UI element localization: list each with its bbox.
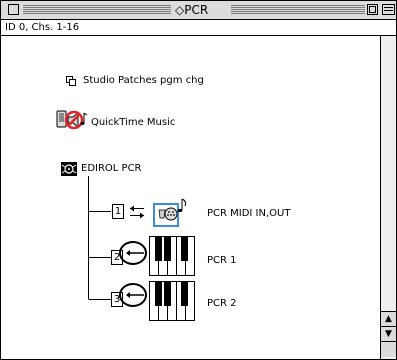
- title-stripes-left: [23, 5, 171, 15]
- keyboard-2-icon: [149, 281, 195, 321]
- window-title: ◇PCR: [171, 2, 213, 18]
- studio-patches-label[interactable]: Studio Patches pgm chg: [83, 75, 204, 86]
- port-2-input-icon[interactable]: [117, 240, 151, 270]
- patches-icon: [66, 76, 76, 86]
- quicktime-music-icon: [56, 110, 88, 130]
- title-stripes-right: [231, 5, 365, 15]
- port-1-number[interactable]: 1: [112, 204, 124, 219]
- port-3-label[interactable]: PCR 2: [207, 298, 237, 309]
- keyboard-1-icon: [149, 236, 195, 276]
- port-2-label[interactable]: PCR 1: [207, 255, 237, 266]
- scroll-up-arrow-icon[interactable]: ▲: [381, 311, 396, 326]
- collapse-box[interactable]: [382, 4, 395, 15]
- close-box[interactable]: [8, 4, 19, 15]
- port-1-label[interactable]: PCR MIDI IN,OUT: [207, 208, 290, 219]
- pcr-window: ◇PCR ID 0, Chs. 1-16 Studio Patches pgm …: [0, 0, 397, 360]
- in-out-arrows-icon: [130, 205, 144, 219]
- midi-device-icon: [61, 162, 77, 176]
- port-3-input-icon[interactable]: [117, 282, 151, 312]
- midi-interface-icon: [153, 198, 187, 227]
- zoom-box[interactable]: [367, 4, 378, 15]
- title-bar[interactable]: ◇PCR: [1, 1, 396, 20]
- device-info-bar: ID 0, Chs. 1-16: [1, 20, 396, 36]
- quicktime-music-label[interactable]: QuickTime Music: [91, 117, 175, 128]
- scroll-down-arrow-icon[interactable]: ▼: [381, 326, 396, 341]
- setup-content: Studio Patches pgm chg QuickTime Music E…: [1, 36, 380, 359]
- edirol-pcr-label[interactable]: EDIROL PCR: [81, 163, 142, 174]
- vertical-scrollbar[interactable]: ▲ ▼: [380, 36, 396, 359]
- port-tree-lines: [88, 176, 111, 300]
- grow-box[interactable]: [381, 341, 396, 357]
